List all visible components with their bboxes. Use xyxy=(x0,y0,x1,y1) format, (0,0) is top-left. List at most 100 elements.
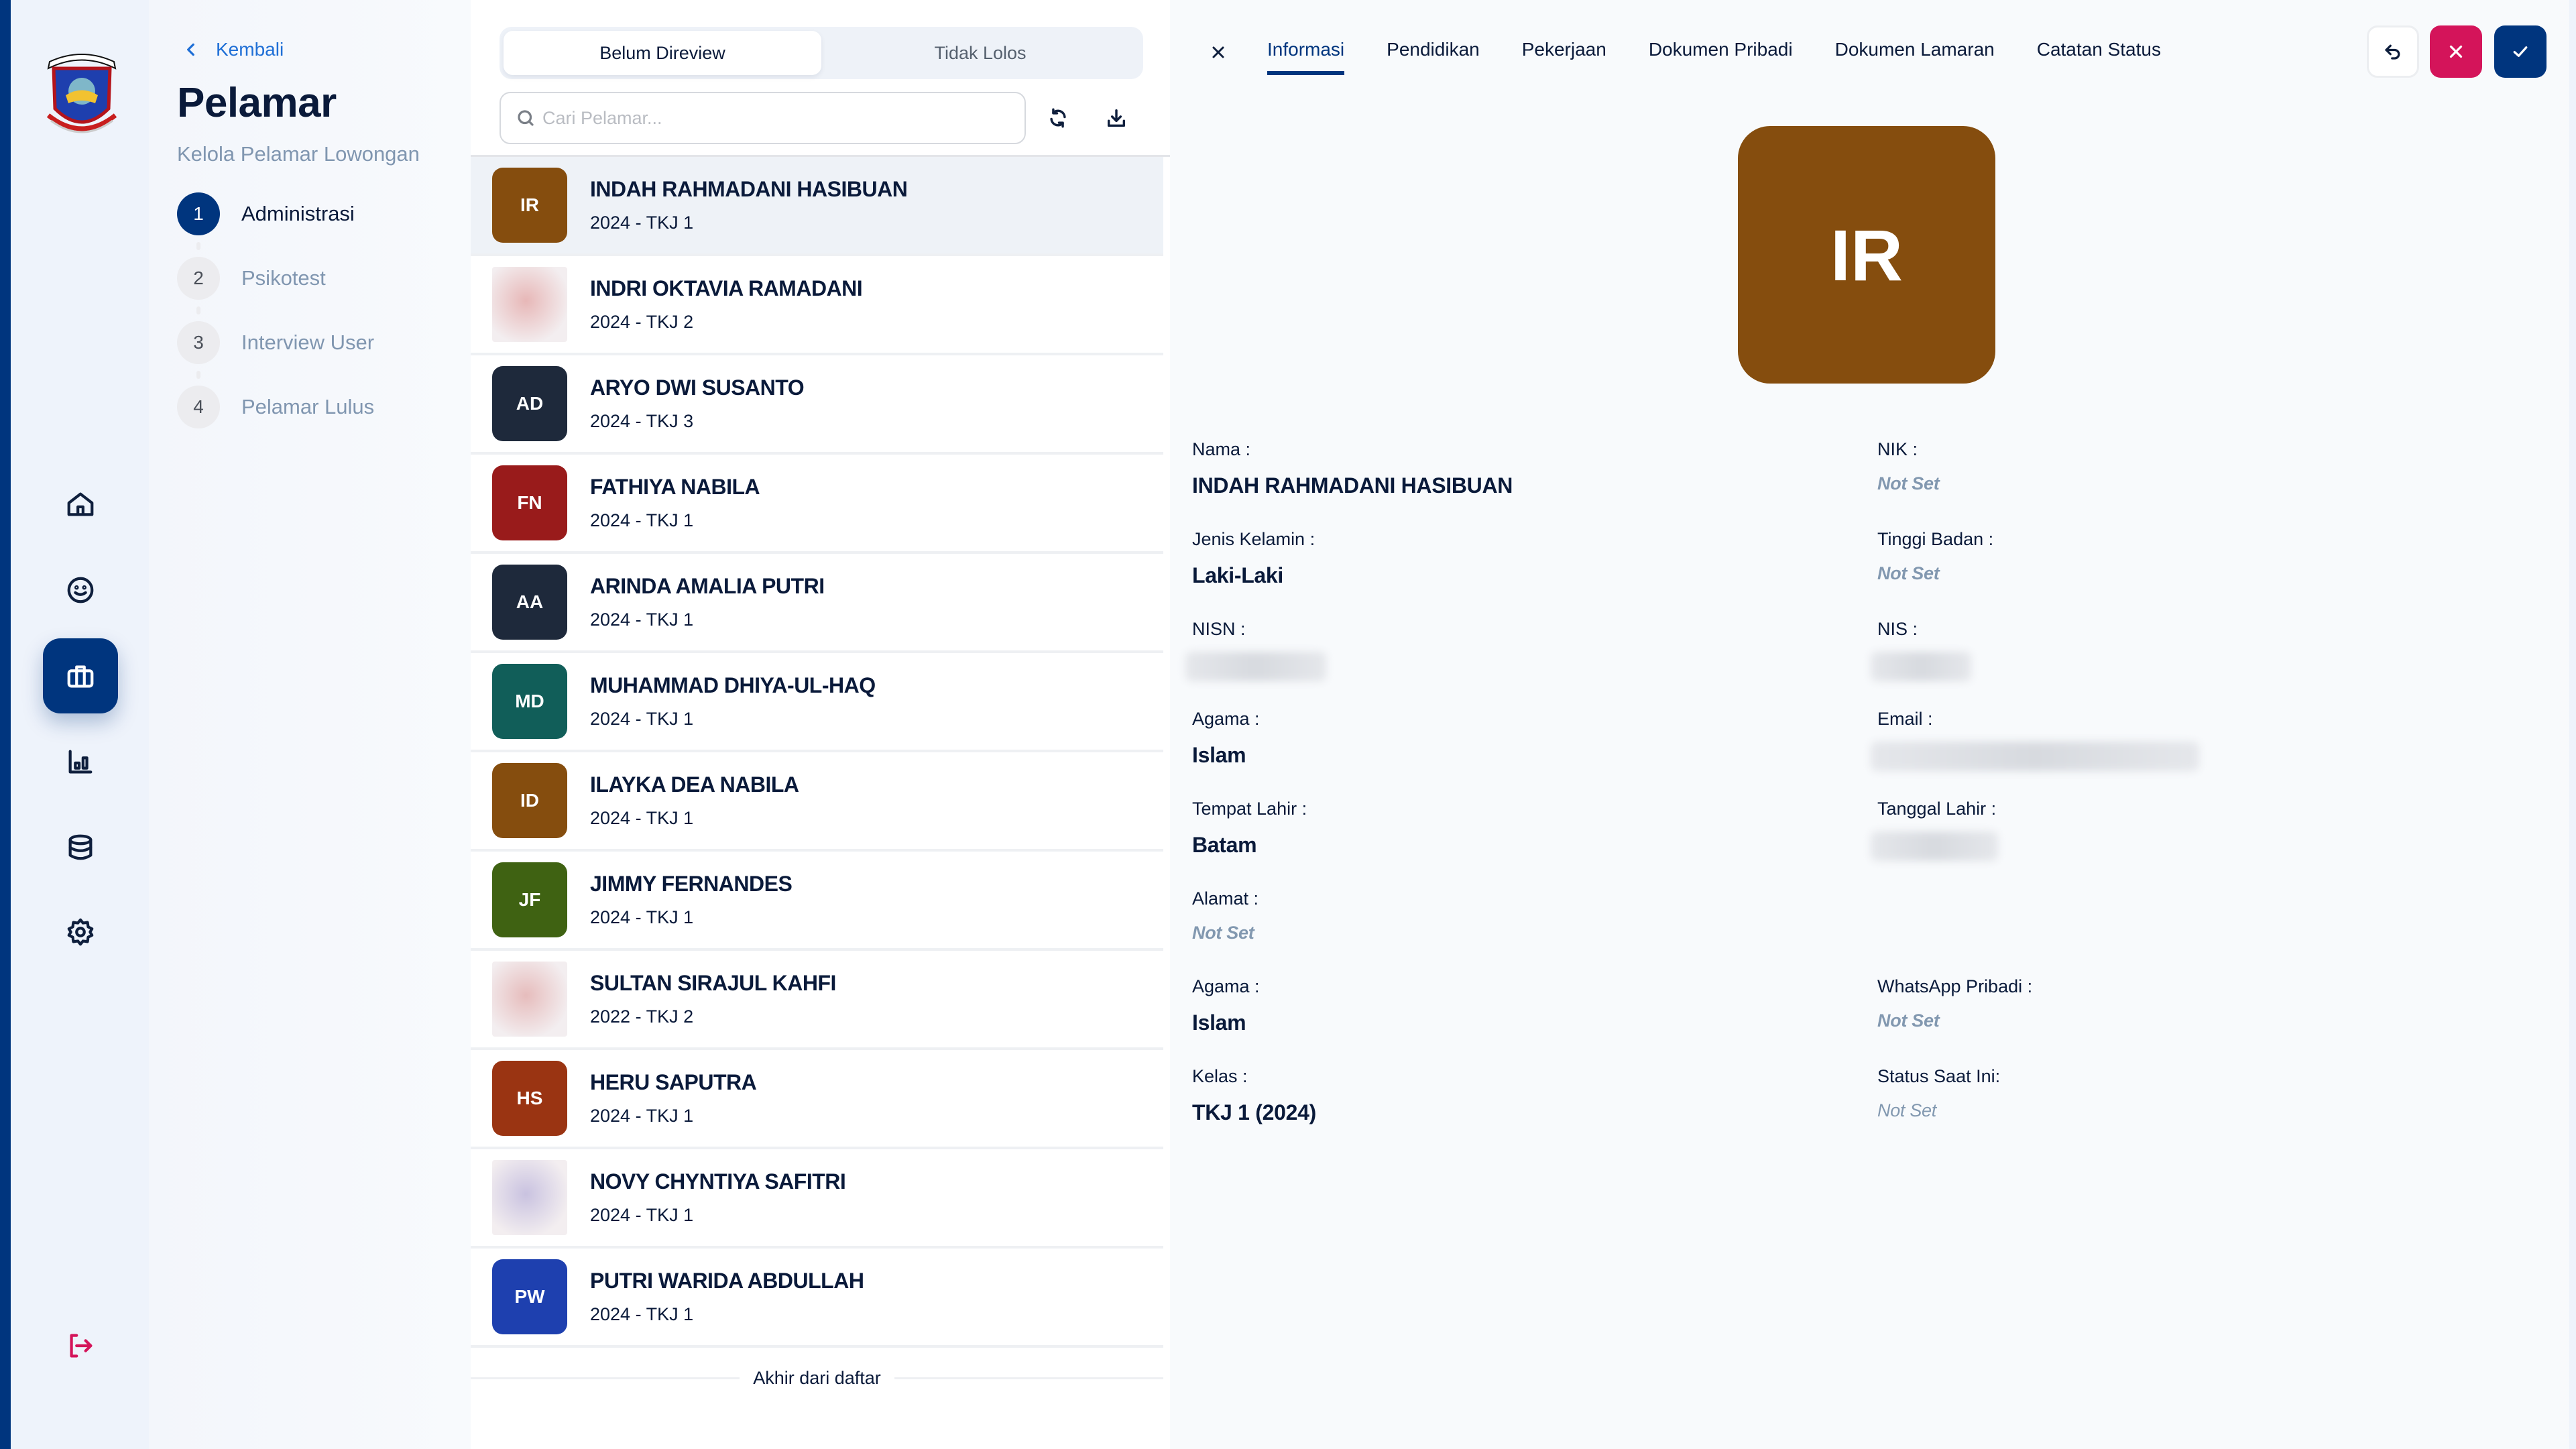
tab-dokumen-lamaran[interactable]: Dokumen Lamaran xyxy=(1835,39,1995,75)
field-value: Not Set xyxy=(1877,1100,1936,1120)
search-field[interactable] xyxy=(500,92,1026,144)
refresh-button[interactable] xyxy=(1038,98,1078,138)
field-label: Agama : xyxy=(1192,976,1260,996)
logout-button[interactable] xyxy=(43,1308,118,1383)
bar-chart-icon xyxy=(68,750,93,774)
info-field: NIK : Not Set xyxy=(1877,439,1940,494)
field-label: Alamat : xyxy=(1192,888,1259,909)
applicant-initials-avatar: AA xyxy=(492,565,567,640)
info-field: NISN : xyxy=(1185,619,1326,681)
refresh-icon xyxy=(1050,108,1066,128)
tab-tidak-lolos[interactable]: Tidak Lolos xyxy=(821,31,1139,75)
step-label: Interview User xyxy=(241,331,375,354)
field-label: NIK : xyxy=(1877,439,1918,459)
step-interview-user[interactable]: 3 Interview User xyxy=(177,321,374,364)
nav-vacancies-button[interactable] xyxy=(43,638,118,713)
school-logo xyxy=(42,48,122,142)
nav-smile-button[interactable] xyxy=(43,553,118,628)
applicant-row[interactable]: FN FATHIYA NABILA 2024 - TKJ 1 xyxy=(471,455,1163,554)
search-input[interactable] xyxy=(542,107,998,129)
applicant-class: 2024 - TKJ 1 xyxy=(590,709,694,729)
nav-database-button[interactable] xyxy=(43,810,118,885)
applicant-row[interactable]: SULTAN SIRAJUL KAHFI 2022 - TKJ 2 xyxy=(471,951,1163,1050)
end-of-list-label: Akhir dari daftar xyxy=(753,1368,881,1388)
undo-button[interactable] xyxy=(2367,25,2419,78)
tab-informasi[interactable]: Informasi xyxy=(1267,39,1345,75)
divider xyxy=(471,1377,740,1379)
accept-button[interactable] xyxy=(2494,25,2546,78)
applicant-text: PUTRI WARIDA ABDULLAH 2024 - TKJ 1 xyxy=(590,1269,864,1325)
applicant-row[interactable]: PW PUTRI WARIDA ABDULLAH 2024 - TKJ 1 xyxy=(471,1249,1163,1348)
tab-catatan-status[interactable]: Catatan Status xyxy=(2037,39,2161,75)
field-value: Batam xyxy=(1192,833,1257,857)
applicant-row[interactable]: JF JIMMY FERNANDES 2024 - TKJ 1 xyxy=(471,852,1163,951)
field-label: Agama : xyxy=(1192,709,1260,729)
end-of-list-marker: Akhir dari daftar xyxy=(471,1368,1163,1389)
field-label: Tempat Lahir : xyxy=(1192,799,1307,819)
step-number: 2 xyxy=(177,257,220,300)
applicant-name: ARINDA AMALIA PUTRI xyxy=(590,574,825,598)
applicant-row[interactable]: IR INDAH RAHMADANI HASIBUAN 2024 - TKJ 1 xyxy=(471,157,1163,256)
applicant-initials-avatar: FN xyxy=(492,465,567,540)
step-number: 1 xyxy=(177,192,220,235)
applicant-class: 2024 - TKJ 1 xyxy=(590,610,694,630)
applicant-row[interactable]: AD ARYO DWI SUSANTO 2024 - TKJ 3 xyxy=(471,355,1163,455)
back-link[interactable]: Kembali xyxy=(182,39,284,60)
applicant-row[interactable]: MD MUHAMMAD DHIYA-UL-HAQ 2024 - TKJ 1 xyxy=(471,653,1163,752)
applicant-row[interactable]: ID ILAYKA DEA NABILA 2024 - TKJ 1 xyxy=(471,752,1163,852)
field-label: Tanggal Lahir : xyxy=(1877,799,1997,819)
applicant-name: ARYO DWI SUSANTO xyxy=(590,375,805,400)
applicant-text: HERU SAPUTRA 2024 - TKJ 1 xyxy=(590,1070,757,1126)
applicant-initials-avatar: ID xyxy=(492,763,567,838)
field-label: Kelas : xyxy=(1192,1066,1248,1086)
page-title: Pelamar xyxy=(177,80,337,126)
applicant-class: 2024 - TKJ 2 xyxy=(590,312,694,332)
close-detail-button[interactable] xyxy=(1204,38,1233,67)
tab-pekerjaan[interactable]: Pekerjaan xyxy=(1522,39,1606,75)
field-label: Nama : xyxy=(1192,439,1251,459)
step-psikotest[interactable]: 2 Psikotest xyxy=(177,257,326,300)
field-value: Not Set xyxy=(1877,1010,1940,1031)
search-icon xyxy=(518,110,534,126)
applicant-row[interactable]: HS HERU SAPUTRA 2024 - TKJ 1 xyxy=(471,1050,1163,1149)
applicant-class: 2024 - TKJ 1 xyxy=(590,1205,694,1225)
applicant-initials-avatar: JF xyxy=(492,862,567,937)
info-field: Agama : Islam xyxy=(1192,709,1260,768)
applicant-photo xyxy=(492,962,567,1037)
reject-button[interactable] xyxy=(2430,25,2482,78)
tab-dokumen-pribadi[interactable]: Dokumen Pribadi xyxy=(1649,39,1793,75)
field-value: Islam xyxy=(1192,743,1246,767)
info-field: Nama : INDAH RAHMADANI HASIBUAN xyxy=(1192,439,1513,498)
nav-home-button[interactable] xyxy=(43,467,118,542)
right-edge-strip xyxy=(2569,0,2576,1449)
tab-belum-direview[interactable]: Belum Direview xyxy=(504,31,821,75)
nav-settings-button[interactable] xyxy=(43,894,118,970)
applicant-class: 2024 - TKJ 1 xyxy=(590,907,694,927)
download-button[interactable] xyxy=(1096,98,1136,138)
field-value: Laki-Laki xyxy=(1192,563,1284,587)
applicant-row[interactable]: INDRI OKTAVIA RAMADANI 2024 - TKJ 2 xyxy=(471,256,1163,355)
applicant-name: NOVY CHYNTIYA SAFITRI xyxy=(590,1169,846,1194)
applicant-row[interactable]: NOVY CHYNTIYA SAFITRI 2024 - TKJ 1 xyxy=(471,1149,1163,1249)
step-label: Pelamar Lulus xyxy=(241,395,375,418)
redacted-value xyxy=(1871,652,1971,681)
nav-reports-button[interactable] xyxy=(43,724,118,799)
page-subtitle: Kelola Pelamar Lowongan xyxy=(177,142,420,166)
applicant-name: ILAYKA DEA NABILA xyxy=(590,772,799,797)
step-pelamar-lulus[interactable]: 4 Pelamar Lulus xyxy=(177,386,374,428)
applicant-row[interactable]: AA ARINDA AMALIA PUTRI 2024 - TKJ 1 xyxy=(471,554,1163,653)
field-value: Not Set xyxy=(1877,563,1940,583)
step-number: 3 xyxy=(177,321,220,364)
redacted-value xyxy=(1871,831,1998,861)
applicant-text: NOVY CHYNTIYA SAFITRI 2024 - TKJ 1 xyxy=(590,1169,846,1226)
tab-pendidikan[interactable]: Pendidikan xyxy=(1387,39,1480,75)
field-label: Jenis Kelamin : xyxy=(1192,529,1315,549)
applicant-photo xyxy=(492,267,567,342)
field-value: Not Set xyxy=(1877,473,1940,494)
step-administrasi[interactable]: 1 Administrasi xyxy=(177,192,355,235)
info-field: Alamat : Not Set xyxy=(1192,888,1258,943)
close-icon xyxy=(1212,46,1224,58)
info-field: Email : xyxy=(1871,709,2199,771)
info-field: Tanggal Lahir : xyxy=(1871,799,1998,861)
applicant-name: FATHIYA NABILA xyxy=(590,475,760,499)
